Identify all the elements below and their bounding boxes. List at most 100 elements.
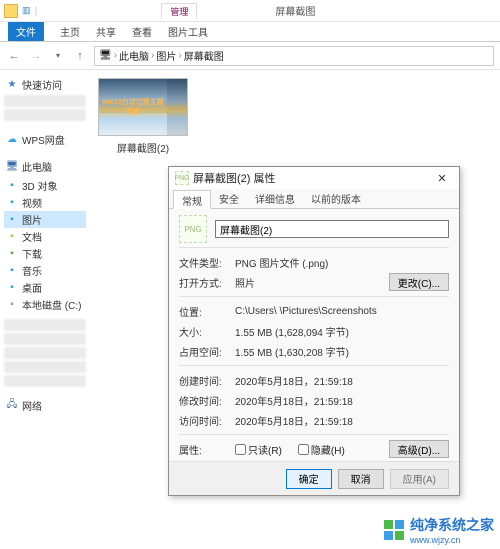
sidebar-item-label: 3D 对象 (22, 178, 58, 193)
change-button[interactable]: 更改(C)... (389, 273, 449, 291)
sidebar-quick-access[interactable]: ★ 快速访问 (4, 76, 86, 93)
sidebar-wps[interactable]: ☁ WPS网盘 (4, 131, 86, 148)
close-icon[interactable]: ✕ (431, 172, 453, 185)
tab-general[interactable]: 常规 (173, 190, 211, 209)
value-sizeondisk: 1.55 MB (1,630,208 字节) (235, 344, 449, 359)
sidebar-blurred-item (4, 319, 86, 331)
sidebar-blurred-item (4, 109, 86, 121)
titlebar-save-icon[interactable]: ▥ (22, 5, 31, 16)
file-icon: PNG (175, 171, 189, 185)
value-accessed: 2020年5月18日，21:59:18 (235, 413, 449, 428)
sidebar-item[interactable]: ▪ 下载 (4, 245, 86, 262)
apply-button[interactable]: 应用(A) (390, 469, 449, 489)
context-tab[interactable]: 管理 (161, 3, 197, 19)
folder-icon: ▪ (6, 265, 18, 277)
sidebar-item-label: 视频 (22, 195, 42, 210)
sidebar-item[interactable]: ▪ 本地磁盘 (C:) (4, 296, 86, 313)
ribbon-tab-home[interactable]: 主页 (60, 24, 80, 41)
value-created: 2020年5月18日，21:59:18 (235, 373, 449, 388)
hidden-label: 隐藏(H) (311, 442, 345, 457)
folder-glyph-icon (4, 4, 18, 18)
sidebar-item-label: 网络 (22, 398, 42, 413)
breadcrumb-part[interactable]: 图片 (156, 48, 176, 63)
star-icon: ★ (6, 79, 18, 91)
folder-icon: ▪ (6, 282, 18, 294)
dialog-titlebar: PNG 屏幕截图(2) 属性 ✕ (169, 167, 459, 189)
label-size: 大小: (179, 324, 227, 339)
dialog-footer: 确定 取消 应用(A) (169, 461, 459, 495)
nav-up-icon[interactable]: ↑ (72, 48, 88, 64)
folder-icon: ▪ (6, 299, 18, 311)
sidebar-item-label: 图片 (22, 212, 42, 227)
value-type: PNG 图片文件 (.png) (235, 255, 449, 270)
sidebar-thispc[interactable]: 🖥 此电脑 (4, 158, 86, 175)
value-modified: 2020年5月18日，21:59:18 (235, 393, 449, 408)
sidebar-item[interactable]: ▪ 桌面 (4, 279, 86, 296)
watermark-url: www.wjzy.cn (410, 535, 494, 545)
sidebar-item-label: 音乐 (22, 263, 42, 278)
advanced-button[interactable]: 高级(D)... (389, 440, 449, 458)
label-location: 位置: (179, 304, 227, 319)
properties-dialog: PNG 屏幕截图(2) 属性 ✕ 常规 安全 详细信息 以前的版本 PNG 文件… (168, 166, 460, 496)
watermark-logo-icon (384, 520, 404, 540)
window-title: 屏幕截图 (275, 3, 315, 18)
label-type: 文件类型: (179, 255, 227, 270)
hidden-checkbox[interactable]: 隐藏(H) (298, 442, 345, 457)
ribbon-tab-view[interactable]: 查看 (132, 24, 152, 41)
folder-icon: ▪ (6, 248, 18, 260)
sidebar-item-label: 桌面 (22, 280, 42, 295)
label-openwith: 打开方式: (179, 275, 227, 290)
sidebar-network[interactable]: 🖧 网络 (4, 397, 86, 414)
watermark-brand: 纯净系统之家 (410, 515, 494, 535)
readonly-checkbox[interactable]: 只读(R) (235, 442, 282, 457)
dialog-title: 屏幕截图(2) 属性 (193, 170, 276, 186)
sidebar-item[interactable]: ▪ 图片 (4, 211, 86, 228)
ok-button[interactable]: 确定 (286, 469, 332, 489)
sidebar-item-label: WPS网盘 (22, 132, 65, 147)
nav-history-icon[interactable]: ▾ (50, 48, 66, 64)
sidebar-blurred-item (4, 347, 86, 359)
breadcrumb-pc-icon: 🖥 (99, 50, 112, 61)
nav-row: ← → ▾ ↑ 🖥 › 此电脑 › 图片 › 屏幕截图 (0, 42, 500, 70)
sidebar-item[interactable]: ▪3D 对象 (4, 177, 86, 194)
folder-icon: ▪ (6, 197, 18, 209)
titlebar-pipe: | (35, 5, 38, 17)
sidebar-item[interactable]: ▪ 文档 (4, 228, 86, 245)
label-accessed: 访问时间: (179, 413, 227, 428)
nav-fwd-icon[interactable]: → (28, 48, 44, 64)
sidebar-item-label: 本地磁盘 (C:) (22, 297, 81, 312)
ribbon-tab-pic[interactable]: 图片工具 (168, 24, 208, 41)
sidebar: ★ 快速访问 ☁ WPS网盘 🖥 此电脑 ▪3D 对象▪视频▪图片▪文档▪下载▪… (0, 70, 90, 531)
window-titlebar: ▥ | 管理 屏幕截图 (0, 0, 500, 22)
cancel-button[interactable]: 取消 (338, 469, 384, 489)
sidebar-item-label: 文档 (22, 229, 42, 244)
sidebar-blurred-item (4, 95, 86, 107)
sidebar-blurred-item (4, 375, 86, 387)
label-sizeondisk: 占用空间: (179, 344, 227, 359)
cloud-icon: ☁ (6, 134, 18, 146)
file-thumbnail: win10白动切换主题背景 (98, 78, 188, 136)
sidebar-blurred-item (4, 333, 86, 345)
tab-details[interactable]: 详细信息 (247, 189, 303, 208)
thumbnail-banner: win10白动切换主题背景 (99, 101, 167, 113)
sidebar-item-label: 下载 (22, 246, 42, 261)
nav-back-icon[interactable]: ← (6, 48, 22, 64)
breadcrumb[interactable]: 🖥 › 此电脑 › 图片 › 屏幕截图 (94, 46, 494, 66)
ribbon-file[interactable]: 文件 (8, 22, 44, 41)
value-openwith: 照片 (235, 275, 381, 290)
folder-icon: ▪ (6, 231, 18, 243)
filename-input[interactable] (215, 220, 449, 238)
breadcrumb-part[interactable]: 屏幕截图 (184, 48, 224, 63)
ribbon-tab-share[interactable]: 共享 (96, 24, 116, 41)
tab-security[interactable]: 安全 (211, 189, 247, 208)
tab-previous[interactable]: 以前的版本 (303, 189, 369, 208)
breadcrumb-part[interactable]: 此电脑 (119, 48, 149, 63)
folder-icon: ▪ (6, 214, 18, 226)
watermark: 纯净系统之家 www.wjzy.cn (384, 515, 494, 545)
sidebar-item[interactable]: ▪ 视频 (4, 194, 86, 211)
chevron-right-icon: › (151, 50, 154, 61)
sidebar-item[interactable]: ▪ 音乐 (4, 262, 86, 279)
file-item[interactable]: win10白动切换主题背景 屏幕截图(2) (98, 78, 188, 155)
file-type-icon: PNG (179, 215, 207, 243)
label-modified: 修改时间: (179, 393, 227, 408)
